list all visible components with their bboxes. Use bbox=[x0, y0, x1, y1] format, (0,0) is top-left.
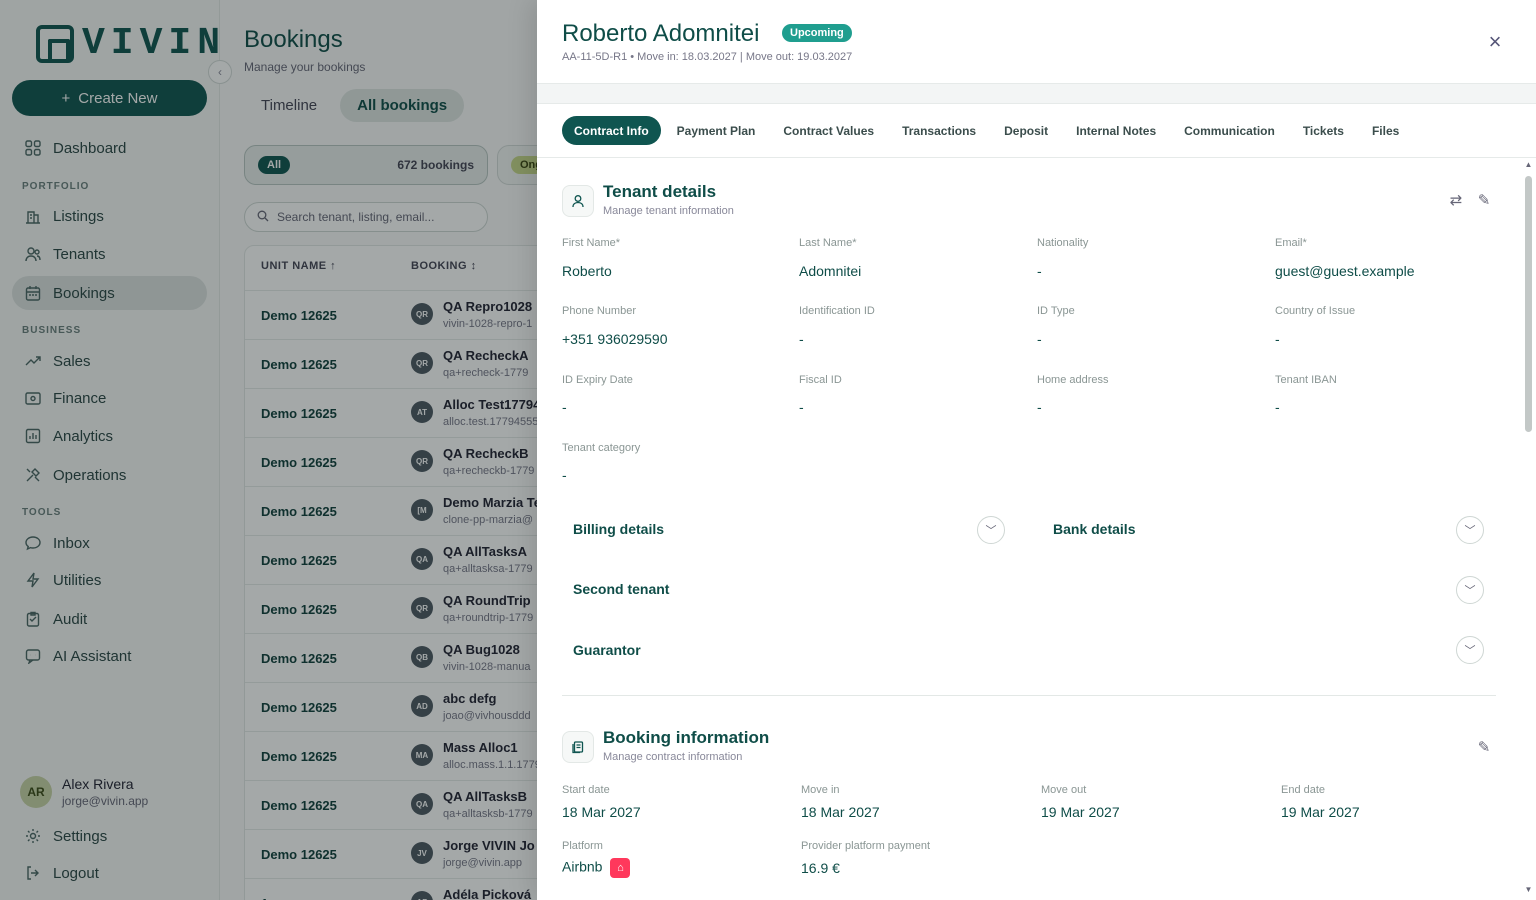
field-value: - bbox=[1275, 331, 1280, 347]
tab-files[interactable]: Files bbox=[1360, 116, 1411, 145]
tab-payment-plan[interactable]: Payment Plan bbox=[665, 116, 768, 145]
field-value: Roberto bbox=[562, 263, 612, 279]
tab-tickets[interactable]: Tickets bbox=[1291, 116, 1356, 145]
close-icon: × bbox=[1488, 29, 1502, 54]
field-label: Tenant IBAN bbox=[1275, 374, 1337, 386]
field-value: 19 Mar 2027 bbox=[1281, 804, 1360, 820]
tab-internal-notes[interactable]: Internal Notes bbox=[1064, 116, 1168, 145]
field-label: Nationality bbox=[1037, 237, 1089, 249]
field-label: Move out bbox=[1041, 784, 1087, 796]
scrollbar[interactable]: ▲ ▼ bbox=[1523, 158, 1534, 900]
tab-contract-values[interactable]: Contract Values bbox=[771, 116, 886, 145]
field-value: - bbox=[1037, 331, 1042, 347]
bank-details-accordion[interactable]: Bank details bbox=[1053, 521, 1135, 537]
field-label: Country of Issue bbox=[1275, 305, 1356, 317]
field-label: Home address bbox=[1037, 374, 1109, 386]
scroll-down-icon[interactable]: ▼ bbox=[1524, 885, 1533, 894]
booking-detail-drawer: Roberto Adomnitei Upcoming AA-11-5D-R1 •… bbox=[537, 0, 1536, 900]
booking-meta: AA-11-5D-R1 • Move in: 18.03.2027 | Move… bbox=[562, 51, 853, 63]
tab-deposit[interactable]: Deposit bbox=[992, 116, 1060, 145]
tenant-details-title: Tenant details bbox=[603, 182, 717, 201]
chevron-down-icon[interactable]: ﹀ bbox=[977, 516, 1005, 544]
field-value: - bbox=[562, 399, 567, 415]
documents-icon bbox=[562, 731, 594, 763]
drawer-header: Roberto Adomnitei Upcoming AA-11-5D-R1 •… bbox=[537, 0, 1536, 84]
field-value: 16.9 € bbox=[801, 860, 840, 876]
chevron-down-icon[interactable]: ﹀ bbox=[1456, 576, 1484, 604]
field-value: 19 Mar 2027 bbox=[1041, 804, 1120, 820]
booking-info-subtitle: Manage contract information bbox=[603, 751, 743, 763]
field-value: Adomnitei bbox=[799, 263, 862, 279]
field-label: Platform bbox=[562, 840, 603, 852]
field-value: Airbnb bbox=[562, 858, 603, 875]
scroll-up-icon[interactable]: ▲ bbox=[1524, 160, 1533, 169]
airbnb-icon: ⌂ bbox=[610, 858, 631, 878]
field-label: First Name* bbox=[562, 237, 621, 249]
person-icon bbox=[562, 185, 594, 217]
field-value: - bbox=[1037, 263, 1042, 279]
field-label: Phone Number bbox=[562, 305, 636, 317]
drawer-tabs: Contract Info Payment Plan Contract Valu… bbox=[562, 116, 1411, 145]
field-value: guest@guest.example bbox=[1275, 263, 1415, 279]
status-badge: Upcoming bbox=[782, 24, 852, 42]
billing-details-accordion[interactable]: Billing details bbox=[573, 521, 664, 537]
close-button[interactable]: × bbox=[1485, 29, 1505, 54]
swap-icon[interactable]: ⇄ bbox=[1447, 191, 1465, 209]
tenant-details-subtitle: Manage tenant information bbox=[603, 205, 734, 217]
booking-info-title: Booking information bbox=[603, 728, 770, 747]
scroll-thumb[interactable] bbox=[1525, 176, 1532, 432]
field-value: - bbox=[1037, 399, 1042, 415]
field-label: Identification ID bbox=[799, 305, 875, 317]
field-value: - bbox=[562, 467, 567, 483]
field-label: Move in bbox=[801, 784, 840, 796]
chevron-down-icon[interactable]: ﹀ bbox=[1456, 636, 1484, 664]
tab-transactions[interactable]: Transactions bbox=[890, 116, 988, 145]
field-value: 18 Mar 2027 bbox=[801, 804, 880, 820]
chevron-down-icon[interactable]: ﹀ bbox=[1456, 516, 1484, 544]
second-tenant-accordion[interactable]: Second tenant bbox=[573, 581, 669, 597]
field-label: Start date bbox=[562, 784, 610, 796]
field-label: Fiscal ID bbox=[799, 374, 842, 386]
tab-communication[interactable]: Communication bbox=[1172, 116, 1287, 145]
field-label: End date bbox=[1281, 784, 1326, 796]
edit-icon[interactable]: ✎ bbox=[1475, 191, 1493, 209]
field-value: - bbox=[799, 399, 804, 415]
field-label: Tenant category bbox=[562, 442, 641, 454]
tenant-name: Roberto Adomnitei bbox=[562, 20, 760, 47]
field-label: Last Name* bbox=[799, 237, 857, 249]
field-label: Email* bbox=[1275, 237, 1307, 249]
guarantor-accordion[interactable]: Guarantor bbox=[573, 642, 641, 658]
header-strip bbox=[537, 84, 1536, 104]
contract-info-content: Tenant details Manage tenant information… bbox=[537, 158, 1536, 900]
field-value: 18 Mar 2027 bbox=[562, 804, 641, 820]
overlay-backdrop[interactable] bbox=[0, 0, 537, 900]
section-divider bbox=[562, 695, 1496, 696]
field-value: - bbox=[799, 331, 804, 347]
field-label: ID Expiry Date bbox=[562, 374, 633, 386]
platform-value: Airbnb ⌂ bbox=[562, 858, 631, 878]
tab-contract-info[interactable]: Contract Info bbox=[562, 116, 661, 145]
field-label: Provider platform payment bbox=[801, 840, 930, 852]
edit-icon[interactable]: ✎ bbox=[1475, 738, 1493, 756]
field-value: +351 936029590 bbox=[562, 331, 668, 347]
field-value: - bbox=[1275, 399, 1280, 415]
field-label: ID Type bbox=[1037, 305, 1075, 317]
